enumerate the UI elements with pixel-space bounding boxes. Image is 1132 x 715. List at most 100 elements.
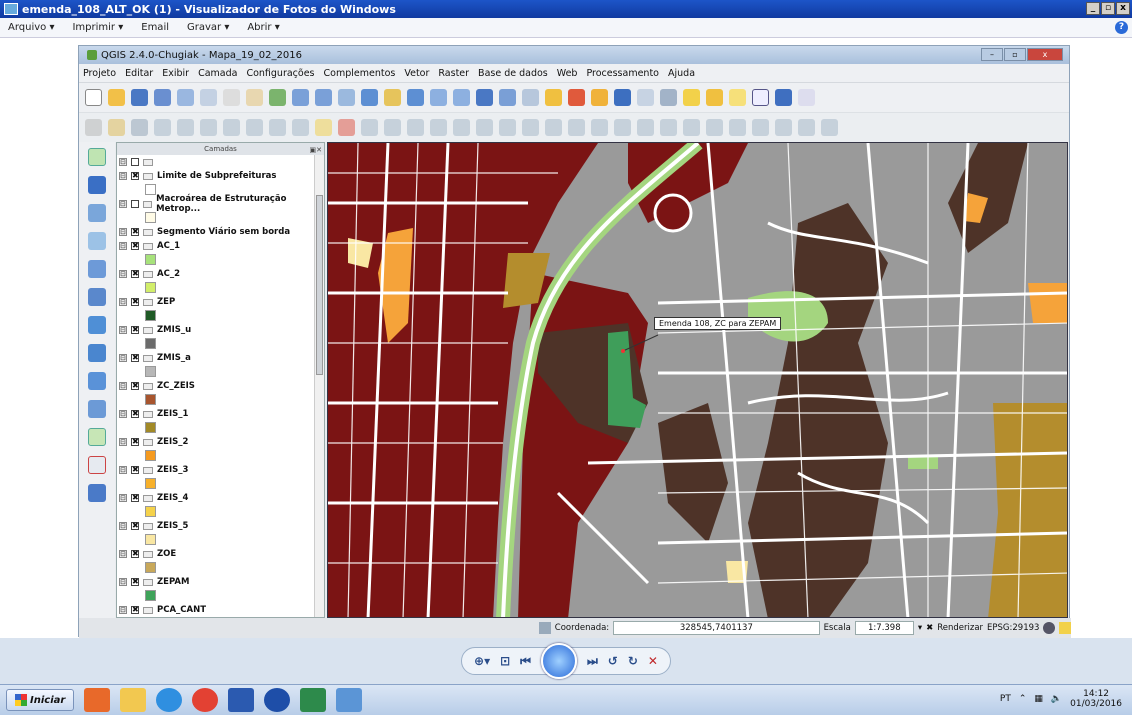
zoom-native-icon[interactable]	[338, 89, 355, 106]
menu-gravar[interactable]: Gravar ▾	[187, 22, 229, 33]
merge-features-icon[interactable]	[775, 119, 792, 136]
menu-imprimir[interactable]: Imprimir ▾	[72, 22, 123, 33]
expand-icon[interactable]: ⊟	[119, 438, 127, 446]
layer-visibility-checkbox[interactable]: ✖	[131, 270, 139, 278]
layer-item[interactable]: ⊟ ✖ ZC_ZEIS	[117, 379, 324, 393]
zoom-to-layer-icon[interactable]	[407, 89, 424, 106]
pan-icon[interactable]	[246, 89, 263, 106]
layer-item[interactable]: ⊟ ✖ AC_2	[117, 267, 324, 281]
layer-visibility-checkbox[interactable]: ✖	[131, 466, 139, 474]
outlook-icon[interactable]	[84, 688, 111, 712]
qmenu-base-de-dados[interactable]: Base de dados	[478, 68, 548, 79]
label-tool-icon[interactable]	[315, 119, 332, 136]
language-indicator[interactable]: PT	[1000, 694, 1011, 704]
layer-item[interactable]: ⊟ ✖ ZMIS_a	[117, 351, 324, 365]
help-contents-icon[interactable]	[775, 89, 792, 106]
expand-icon[interactable]: ⊟	[119, 466, 127, 474]
delete-part-icon[interactable]	[660, 119, 677, 136]
add-oracle-icon[interactable]	[88, 288, 106, 306]
help-icon[interactable]: ?	[1115, 21, 1128, 34]
redo-icon[interactable]	[499, 119, 516, 136]
clock[interactable]: 14:12 01/03/2016	[1070, 689, 1122, 709]
composer-manager-icon[interactable]	[200, 89, 217, 106]
expand-icon[interactable]: ⊟	[119, 326, 127, 334]
qmenu-raster[interactable]: Raster	[438, 68, 469, 79]
expand-icon[interactable]: ⊟	[119, 522, 127, 530]
add-mssql-icon[interactable]	[88, 260, 106, 278]
layer-item[interactable]: ⊟ ✖ ZEIS_2	[117, 435, 324, 449]
move-feature-icon[interactable]	[177, 119, 194, 136]
map-canvas[interactable]: Emenda 108, ZC para ZEPAM	[327, 142, 1068, 618]
photo-viewer-taskbar-icon[interactable]	[336, 688, 363, 712]
qmenu-complementos[interactable]: Complementos	[324, 68, 396, 79]
expand-icon[interactable]: ⊟	[119, 172, 127, 180]
zoom-next-icon[interactable]	[453, 89, 470, 106]
fill-ring-icon[interactable]	[614, 119, 631, 136]
qmenu-web[interactable]: Web	[557, 68, 578, 79]
layer-item[interactable]: ⊟ Macroárea de Estruturação Metrop...	[117, 194, 324, 214]
qmenu-processamento[interactable]: Processamento	[586, 68, 659, 79]
properties-icon[interactable]	[88, 484, 106, 502]
expand-icon[interactable]: ⊟	[119, 382, 127, 390]
maximize-button[interactable]: ▫	[1101, 2, 1115, 15]
save-edits-icon[interactable]	[131, 119, 148, 136]
add-spatialite-icon[interactable]	[88, 232, 106, 250]
rotate-icon[interactable]	[522, 119, 539, 136]
new-project-icon[interactable]	[85, 89, 102, 106]
layer-item[interactable]: ⊟ ✖ Limite de Subprefeituras	[117, 169, 324, 183]
label-change-icon[interactable]	[430, 119, 447, 136]
text-annotation-icon[interactable]	[752, 89, 769, 106]
split-parts-icon[interactable]	[752, 119, 769, 136]
qmenu-camada[interactable]: Camada	[198, 68, 237, 79]
add-wfs-icon[interactable]	[88, 372, 106, 390]
layer-item[interactable]: ⊟ ✖ AC_1	[117, 239, 324, 253]
chrome-icon[interactable]	[192, 688, 219, 712]
layer-visibility-checkbox[interactable]: ✖	[131, 242, 139, 250]
label-pin-icon[interactable]	[338, 119, 355, 136]
add-wcs-icon[interactable]	[88, 344, 106, 362]
action-icon[interactable]	[522, 89, 539, 106]
split-features-icon[interactable]	[729, 119, 746, 136]
expand-icon[interactable]: ⊟	[119, 494, 127, 502]
excel-icon[interactable]	[300, 688, 327, 712]
actual-size-icon[interactable]: ⊡	[500, 654, 510, 668]
touch-zoom-icon[interactable]	[223, 89, 240, 106]
start-button[interactable]: Iniciar	[6, 689, 75, 711]
zoom-to-selection-icon[interactable]	[384, 89, 401, 106]
layer-item[interactable]: ⊟ ✖ PCA_CANT	[117, 603, 324, 617]
qgis-close-button[interactable]: x	[1027, 48, 1063, 61]
qmenu-projeto[interactable]: Projeto	[83, 68, 116, 79]
qmenu-editar[interactable]: Editar	[125, 68, 153, 79]
identify-icon[interactable]	[499, 89, 516, 106]
undo-icon[interactable]	[476, 119, 493, 136]
map-tips-icon[interactable]	[683, 89, 700, 106]
label-rotate-icon[interactable]	[407, 119, 424, 136]
attribute-table-icon[interactable]	[614, 89, 631, 106]
offset-curve-icon[interactable]	[706, 119, 723, 136]
layer-visibility-checkbox[interactable]: ✖	[131, 298, 139, 306]
statistics-icon[interactable]	[660, 89, 677, 106]
layers-scrollbar[interactable]	[314, 155, 324, 617]
zoom-full-icon[interactable]	[361, 89, 378, 106]
add-ring-icon[interactable]	[568, 119, 585, 136]
deselect-icon[interactable]	[568, 89, 585, 106]
layer-visibility-checkbox[interactable]: ✖	[131, 550, 139, 558]
expand-icon[interactable]: ⊟	[119, 228, 127, 236]
add-part-icon[interactable]	[591, 119, 608, 136]
layer-visibility-checkbox[interactable]: ✖	[131, 522, 139, 530]
show-bookmarks-icon[interactable]	[729, 89, 746, 106]
coordinate-toggle-icon[interactable]	[539, 622, 551, 634]
new-bookmark-icon[interactable]	[706, 89, 723, 106]
qmenu-configuracoes[interactable]: Configurações	[246, 68, 314, 79]
minimize-button[interactable]: _	[1086, 2, 1100, 15]
qmenu-vetor[interactable]: Vetor	[404, 68, 429, 79]
field-calculator-icon[interactable]	[637, 89, 654, 106]
layer-visibility-checkbox[interactable]: ✖	[131, 578, 139, 586]
layer-item[interactable]: ⊟ ✖ ZEIS_4	[117, 491, 324, 505]
expand-icon[interactable]: ⊟	[119, 550, 127, 558]
simplify-icon[interactable]	[545, 119, 562, 136]
layer-visibility-checkbox[interactable]: ✖	[131, 606, 139, 614]
cut-features-icon[interactable]	[246, 119, 263, 136]
rotate-left-icon[interactable]: ↺	[608, 654, 618, 668]
menu-arquivo[interactable]: Arquivo ▾	[8, 22, 54, 33]
